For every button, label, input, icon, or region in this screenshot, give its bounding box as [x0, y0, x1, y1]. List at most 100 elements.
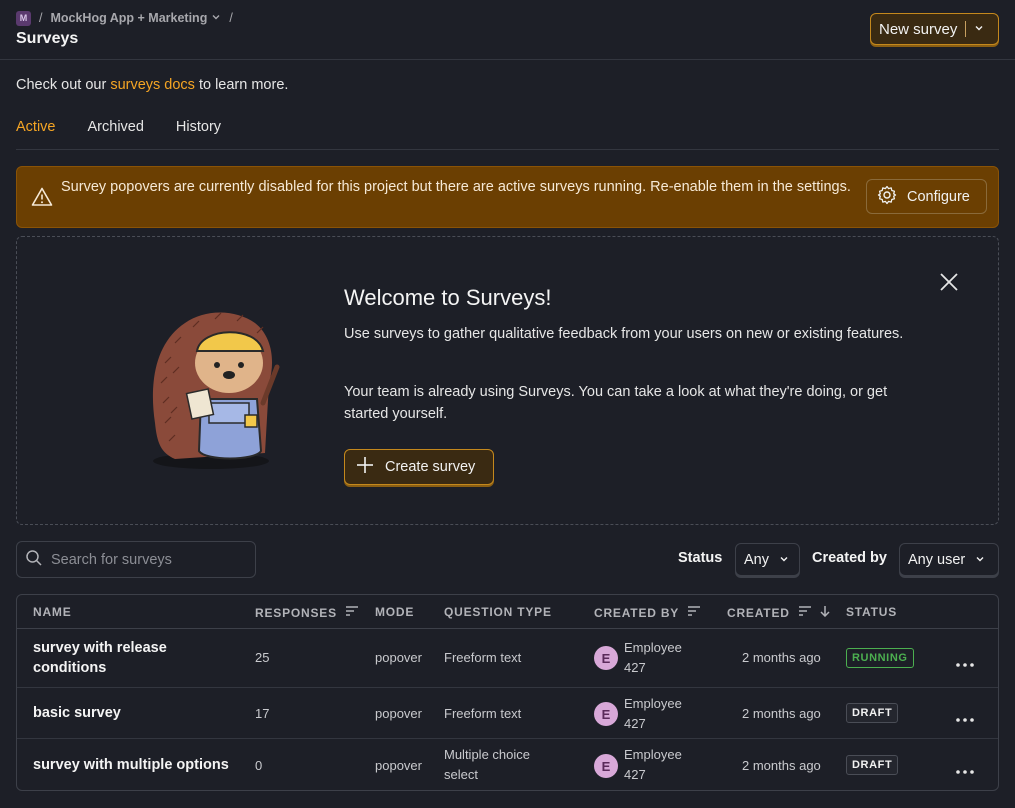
creator-name: Employee 427	[624, 694, 682, 734]
search-input[interactable]	[51, 551, 241, 568]
creator-name-line: 427	[624, 660, 646, 675]
responses-count: 0	[255, 758, 263, 773]
creator-name-line: 427	[624, 767, 646, 782]
chevron-down-icon[interactable]	[966, 23, 984, 36]
warning-text: Survey popovers are currently disabled f…	[61, 179, 851, 195]
responses-count: 25	[255, 650, 270, 665]
status-filter-label: Status	[678, 550, 723, 566]
creator-name: Employee 427	[624, 745, 682, 785]
chevron-down-icon	[975, 554, 985, 566]
created-by-filter-label: Created by	[812, 550, 887, 566]
new-survey-button[interactable]: New survey	[870, 13, 999, 45]
tab-active[interactable]: Active	[16, 110, 56, 149]
survey-mode: popover	[375, 706, 422, 721]
warning-banner: Survey popovers are currently disabled f…	[16, 166, 999, 228]
avatar: E	[594, 646, 618, 670]
chevron-down-icon	[779, 554, 789, 566]
welcome-team-note: Your team is already using Surveys. You …	[344, 384, 888, 422]
creator-name-line: Employee	[624, 640, 682, 655]
project-name: MockHog App + Marketing	[50, 11, 208, 25]
welcome-card: Welcome to Surveys! Use surveys to gathe…	[16, 236, 999, 525]
column-label: MODE	[375, 605, 415, 619]
creator-name-line: Employee	[624, 747, 682, 762]
welcome-title: Welcome to Surveys!	[344, 285, 552, 310]
survey-name[interactable]: survey with release conditions	[33, 638, 243, 678]
intro-text: Check out our surveys docs to learn more…	[16, 77, 288, 93]
column-header-status: STATUS	[846, 605, 897, 619]
status-badge: DRAFT	[846, 703, 899, 723]
column-header-name: NAME	[33, 605, 72, 619]
creator-name: Employee 427	[624, 638, 682, 678]
responses-count: 17	[255, 706, 270, 721]
configure-button[interactable]: Configure	[866, 179, 987, 214]
creator-name-line: Employee	[624, 696, 682, 711]
status-badge: DRAFT	[846, 755, 899, 775]
project-badge: M	[16, 10, 31, 26]
gear-icon	[877, 185, 897, 209]
search-icon	[25, 549, 43, 570]
column-header-created-by[interactable]: CREATED BY	[594, 605, 701, 620]
sort-icon[interactable]	[345, 605, 359, 620]
tab-archived[interactable]: Archived	[88, 110, 144, 149]
survey-mode: popover	[375, 758, 422, 773]
warning-triangle-icon	[31, 186, 53, 208]
column-header-question-type: QUESTION TYPE	[444, 605, 552, 619]
configure-label: Configure	[907, 188, 970, 205]
survey-name[interactable]: survey with multiple options	[33, 755, 253, 775]
survey-mode: popover	[375, 650, 422, 665]
question-type: Freeform text	[444, 706, 522, 721]
new-survey-label: New survey	[879, 20, 958, 38]
created-date: 2 months ago	[742, 650, 821, 665]
question-type-line: Multiple choice	[444, 747, 530, 762]
column-header-mode: MODE	[375, 605, 414, 619]
create-survey-label: Create survey	[385, 459, 476, 475]
breadcrumb-separator: /	[39, 11, 43, 25]
created-by-filter-select[interactable]: Any user	[899, 543, 999, 576]
hedgehog-illustration	[145, 303, 285, 469]
create-survey-button[interactable]: Create survey	[344, 449, 494, 485]
column-header-responses[interactable]: RESPONSES	[255, 605, 359, 620]
page-title: Surveys	[16, 30, 79, 47]
survey-name[interactable]: basic survey	[33, 703, 243, 723]
project-switcher[interactable]: MockHog App + Marketing	[50, 11, 221, 25]
chevron-down-icon	[211, 12, 221, 24]
sort-icon[interactable]	[687, 605, 701, 620]
breadcrumb: M / MockHog App + Marketing /	[16, 10, 233, 26]
created-date: 2 months ago	[742, 758, 821, 773]
column-label: RESPONSES	[255, 605, 337, 620]
surveys-table: NAME RESPONSES MODE QUESTION TYPE CREATE…	[16, 594, 999, 791]
status-badge: RUNNING	[846, 648, 914, 668]
avatar: E	[594, 702, 618, 726]
sort-icon[interactable]	[798, 605, 812, 620]
table-row[interactable]: basic survey 17 popover Freeform text E …	[17, 688, 998, 739]
column-label: CREATED BY	[594, 605, 680, 620]
table-row[interactable]: survey with release conditions 25 popove…	[17, 629, 998, 688]
plus-icon	[355, 455, 375, 479]
intro-prefix: Check out our	[16, 77, 111, 93]
question-type: Freeform text	[444, 650, 522, 665]
top-bar: M / MockHog App + Marketing / Surveys Ne…	[0, 0, 1015, 60]
creator-name-line: 427	[624, 716, 646, 731]
column-label: STATUS	[846, 605, 898, 619]
table-row[interactable]: survey with multiple options 0 popover M…	[17, 739, 998, 790]
status-filter-select[interactable]: Any	[735, 543, 800, 576]
close-icon[interactable]	[939, 272, 959, 292]
column-label: QUESTION TYPE	[444, 605, 552, 619]
created-by-filter-value: Any user	[908, 551, 966, 568]
column-label: NAME	[33, 605, 72, 619]
column-label: CREATED	[727, 605, 790, 620]
more-horizontal-icon[interactable]	[955, 710, 975, 722]
column-header-created[interactable]: CREATED	[727, 605, 830, 620]
breadcrumb-separator: /	[229, 11, 233, 25]
more-horizontal-icon[interactable]	[955, 655, 975, 667]
tabs: Active Archived History	[16, 110, 999, 150]
surveys-docs-link[interactable]: surveys docs	[110, 77, 195, 93]
question-type-line: select	[444, 767, 478, 782]
search-box[interactable]	[16, 541, 256, 578]
arrow-down-icon[interactable]	[820, 605, 830, 620]
welcome-description: Use surveys to gather qualitative feedba…	[344, 326, 904, 342]
more-horizontal-icon[interactable]	[955, 762, 975, 774]
question-type: Multiple choice select	[444, 745, 530, 785]
tab-history[interactable]: History	[176, 110, 221, 149]
created-date: 2 months ago	[742, 706, 821, 721]
